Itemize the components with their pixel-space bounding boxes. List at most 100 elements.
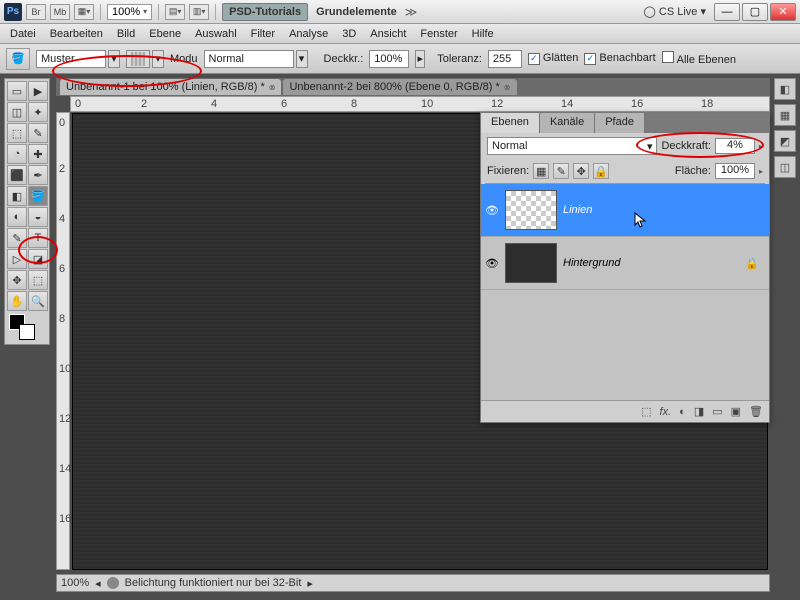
lock-icon: 🔒: [745, 257, 759, 270]
menu-bild[interactable]: Bild: [117, 28, 135, 40]
delete-layer-icon[interactable]: 🗑: [749, 405, 763, 418]
tool-pen[interactable]: ✎: [7, 228, 27, 248]
status-zoom[interactable]: 100%: [61, 577, 89, 589]
workspace-name[interactable]: Grundelemente: [312, 6, 401, 18]
all-layers-checkbox[interactable]: Alle Ebenen: [662, 51, 736, 66]
layers-panel-icon[interactable]: ◫: [774, 156, 796, 178]
more-icon[interactable]: ≫: [405, 5, 418, 19]
fill-type-dropdown[interactable]: Muster ▾: [36, 50, 120, 68]
tool-path[interactable]: ▷: [7, 249, 27, 269]
layer-name[interactable]: Linien: [563, 204, 592, 216]
layer-blend-dropdown[interactable]: Normal▾: [487, 137, 657, 155]
tab-kanaele[interactable]: Kanäle: [540, 113, 595, 133]
tool-brush[interactable]: ✚: [28, 144, 48, 164]
fg-bg-swatch[interactable]: [7, 312, 48, 342]
tool-eyedropper[interactable]: ✎: [28, 123, 48, 143]
app-logo: Ps: [4, 3, 22, 21]
tool-shape[interactable]: ◪: [28, 249, 48, 269]
tab-ebenen[interactable]: Ebenen: [481, 113, 540, 133]
maximize-button[interactable]: ▢: [742, 3, 768, 21]
lock-position-icon[interactable]: ✥: [573, 163, 589, 179]
arrange-button[interactable]: ▥: [189, 4, 209, 20]
lock-pixels-icon[interactable]: ✎: [553, 163, 569, 179]
tab-pfade[interactable]: Pfade: [595, 113, 645, 133]
screen-mode-button[interactable]: ▦: [74, 4, 94, 20]
layer-row-linien[interactable]: 👁 Linien: [481, 184, 769, 237]
layer-opacity-field[interactable]: 4%: [715, 138, 755, 154]
color-panel-icon[interactable]: ◧: [774, 78, 796, 100]
tool-eraser[interactable]: ◧: [7, 186, 27, 206]
contiguous-label: Benachbart: [599, 52, 655, 64]
pattern-picker[interactable]: ▾: [126, 50, 164, 68]
opacity-slider-icon[interactable]: ▸: [415, 50, 425, 68]
menu-hilfe[interactable]: Hilfe: [472, 28, 494, 40]
tool-heal[interactable]: ◔: [7, 144, 27, 164]
adjustment-layer-icon[interactable]: ◨: [694, 405, 704, 418]
tool-blur[interactable]: ◐: [7, 207, 27, 227]
menu-ebene[interactable]: Ebene: [149, 28, 181, 40]
adjustments-panel-icon[interactable]: ◩: [774, 130, 796, 152]
layer-fill-field[interactable]: 100%: [715, 163, 755, 179]
layer-thumbnail[interactable]: [505, 190, 557, 230]
tool-move[interactable]: ▭: [7, 81, 27, 101]
antialias-checkbox[interactable]: Glätten: [528, 52, 578, 65]
opacity-slider-icon[interactable]: [759, 140, 763, 152]
menu-filter[interactable]: Filter: [251, 28, 275, 40]
view-extras-button[interactable]: ▤: [165, 4, 185, 20]
tool-arrow[interactable]: ▶: [28, 81, 48, 101]
new-group-icon[interactable]: ▭: [712, 405, 722, 418]
tool-bucket[interactable]: 🪣: [28, 186, 48, 206]
swatches-panel-icon[interactable]: ▦: [774, 104, 796, 126]
layer-row-hintergrund[interactable]: 👁 Hintergrund 🔒: [481, 237, 769, 290]
new-layer-icon[interactable]: ▣: [731, 405, 741, 418]
lock-transparency-icon[interactable]: ▦: [533, 163, 549, 179]
tool-hand[interactable]: ✋: [7, 291, 27, 311]
status-arrow-icon[interactable]: ◂: [95, 577, 101, 590]
tolerance-field[interactable]: 255: [488, 50, 522, 68]
tool-marquee[interactable]: ◫: [7, 102, 27, 122]
tool-zoom[interactable]: 🔍: [28, 291, 48, 311]
menu-ansicht[interactable]: Ansicht: [370, 28, 406, 40]
menu-auswahl[interactable]: Auswahl: [195, 28, 237, 40]
layer-name[interactable]: Hintergrund: [563, 257, 620, 269]
tool-3drotate[interactable]: ⬚: [28, 270, 48, 290]
ruler-vertical[interactable]: 0 2 4 6 8 10 12 14 16: [56, 112, 70, 570]
tool-history[interactable]: ✒: [28, 165, 48, 185]
tool-crop[interactable]: ⬚: [7, 123, 27, 143]
menu-fenster[interactable]: Fenster: [420, 28, 457, 40]
layer-mask-icon[interactable]: ◐: [679, 406, 686, 418]
cslive-button[interactable]: ◯ CS Live ▾: [640, 5, 710, 18]
menu-datei[interactable]: Datei: [10, 28, 36, 40]
tool-dodge[interactable]: ◒: [28, 207, 48, 227]
tool-type[interactable]: T: [28, 228, 48, 248]
menu-3d[interactable]: 3D: [342, 28, 356, 40]
layer-thumbnail[interactable]: [505, 243, 557, 283]
visibility-icon[interactable]: 👁: [485, 203, 499, 217]
fill-slider-icon[interactable]: [759, 165, 763, 177]
current-tool-icon[interactable]: 🪣: [6, 48, 30, 70]
close-button[interactable]: ✕: [770, 3, 796, 21]
close-icon[interactable]: ⊗: [504, 83, 511, 92]
tool-3d[interactable]: ✥: [7, 270, 27, 290]
menu-analyse[interactable]: Analyse: [289, 28, 328, 40]
link-layers-icon[interactable]: ⬚: [641, 405, 651, 418]
opacity-field[interactable]: 100%: [369, 50, 409, 68]
minibridge-button[interactable]: Mb: [50, 4, 70, 20]
tool-stamp[interactable]: ⬛: [7, 165, 27, 185]
layer-fx-icon[interactable]: fx.: [660, 406, 672, 418]
contiguous-checkbox[interactable]: Benachbart: [584, 52, 655, 65]
close-icon[interactable]: ⊗: [269, 83, 276, 92]
document-tab-2[interactable]: Unbenannt-2 bei 800% (Ebene 0, RGB/8) *⊗: [283, 79, 516, 95]
menu-bearbeiten[interactable]: Bearbeiten: [50, 28, 103, 40]
lock-all-icon[interactable]: 🔒: [593, 163, 609, 179]
background-color[interactable]: [19, 324, 35, 340]
ruler-horizontal[interactable]: 0 2 4 6 8 10 12 14 16 18: [70, 96, 770, 112]
blend-mode-dropdown[interactable]: Normal ▾: [204, 50, 308, 68]
minimize-button[interactable]: —: [714, 3, 740, 21]
tool-wand[interactable]: ✦: [28, 102, 48, 122]
visibility-icon[interactable]: 👁: [485, 256, 499, 270]
status-arrow-icon[interactable]: ▸: [307, 577, 313, 590]
document-tab-1[interactable]: Unbenannt-1 bei 100% (Linien, RGB/8) *⊗: [60, 79, 281, 95]
bridge-button[interactable]: Br: [26, 4, 46, 20]
zoom-dropdown[interactable]: 100%: [107, 4, 152, 20]
